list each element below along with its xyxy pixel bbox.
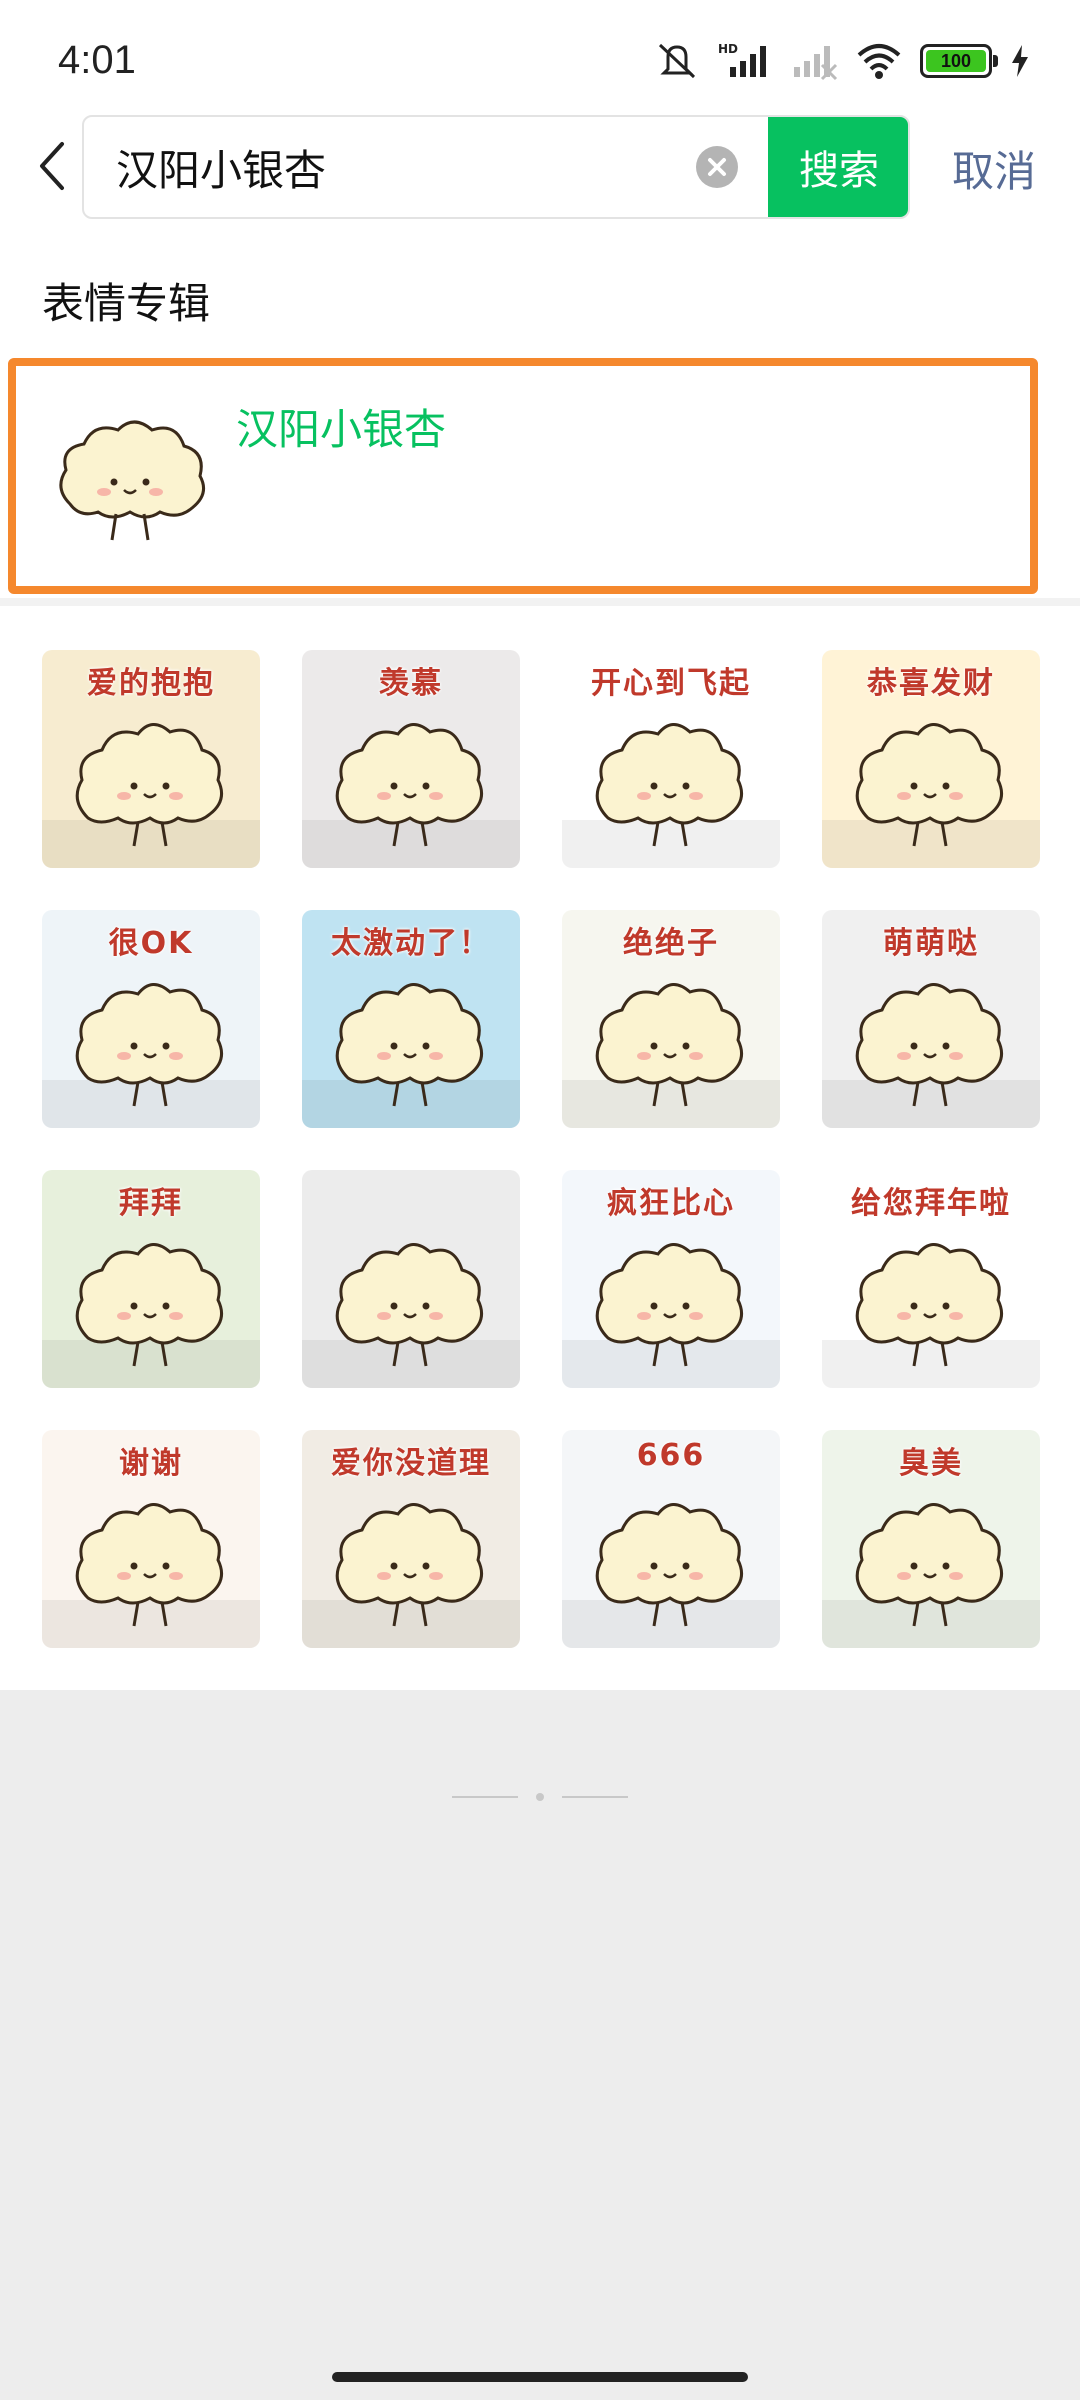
hd-signal-icon: HD [718, 42, 766, 77]
wifi-icon [857, 44, 901, 79]
status-time: 4:01 [58, 38, 136, 82]
section-divider [0, 598, 1080, 606]
ginkgo-mascot-image [302, 1243, 520, 1388]
sticker-caption: 萌萌哒 [883, 926, 979, 961]
sticker-caption: 恭喜发财 [867, 666, 995, 701]
sticker-item[interactable]: 拜拜 [42, 1170, 260, 1388]
no-signal-icon [794, 46, 838, 81]
sticker-item[interactable]: 羡慕 [302, 650, 520, 868]
sticker-caption: 爱你没道理 [331, 1446, 491, 1481]
sticker-item[interactable]: 很OK [42, 910, 260, 1128]
sticker-caption: 太激动了！ [331, 926, 491, 961]
battery-level: 100 [926, 50, 986, 72]
sticker-caption: 臭美 [899, 1446, 963, 1481]
mute-icon [658, 43, 696, 79]
section-title: 表情专辑 [42, 279, 211, 328]
sticker-item[interactable]: 谢谢 [42, 1430, 260, 1648]
clear-button[interactable] [696, 146, 738, 188]
sticker-item[interactable] [302, 1170, 520, 1388]
ginkgo-mascot-icon [59, 420, 206, 541]
search-box: 搜索 [82, 115, 910, 219]
page-indicator [452, 1793, 628, 1801]
search-input[interactable] [116, 117, 736, 217]
search-button[interactable]: 搜索 [768, 117, 908, 217]
sticker-item[interactable]: 疯狂比心 [562, 1170, 780, 1388]
clear-x-icon [708, 158, 726, 176]
home-indicator[interactable] [332, 2372, 748, 2382]
sticker-caption: 谢谢 [119, 1446, 183, 1481]
sticker-item[interactable]: 爱的抱抱 [42, 650, 260, 868]
sticker-item[interactable]: 开心到飞起 [562, 650, 780, 868]
sticker-item[interactable]: 恭喜发财 [822, 650, 1040, 868]
sticker-caption: 爱的抱抱 [87, 666, 215, 701]
back-button[interactable] [30, 138, 80, 194]
sticker-album-card[interactable]: 汉阳小银杏 [8, 358, 1038, 594]
back-arrow-icon [40, 142, 64, 190]
sticker-item[interactable]: 绝绝子 [562, 910, 780, 1128]
sticker-caption: 绝绝子 [623, 926, 719, 961]
svg-text:HD: HD [718, 42, 738, 56]
sticker-item[interactable]: 臭美 [822, 1430, 1040, 1648]
sticker-caption: 拜拜 [119, 1186, 183, 1221]
search-bar: 搜索 取消 [0, 110, 1080, 220]
sticker-item[interactable]: 萌萌哒 [822, 910, 1040, 1128]
sticker-caption: 666 [636, 1438, 706, 1473]
sticker-caption: 很OK [108, 926, 194, 961]
battery-icon: 100 [920, 44, 998, 78]
sticker-caption: 开心到飞起 [591, 666, 751, 701]
sticker-caption: 给您拜年啦 [851, 1186, 1011, 1221]
album-name: 汉阳小银杏 [236, 405, 447, 454]
charging-icon [1012, 45, 1028, 77]
sticker-item[interactable]: 666 [562, 1430, 780, 1648]
sticker-item[interactable]: 爱你没道理 [302, 1430, 520, 1648]
sticker-caption: 羡慕 [379, 666, 443, 701]
sticker-item[interactable]: 太激动了！ [302, 910, 520, 1128]
status-bar: 4:01 HD 100 [0, 0, 1080, 110]
cancel-button[interactable]: 取消 [952, 138, 1036, 199]
sticker-item[interactable]: 给您拜年啦 [822, 1170, 1040, 1388]
status-icons: HD 100 [654, 36, 1030, 86]
sticker-caption: 疯狂比心 [607, 1186, 735, 1221]
